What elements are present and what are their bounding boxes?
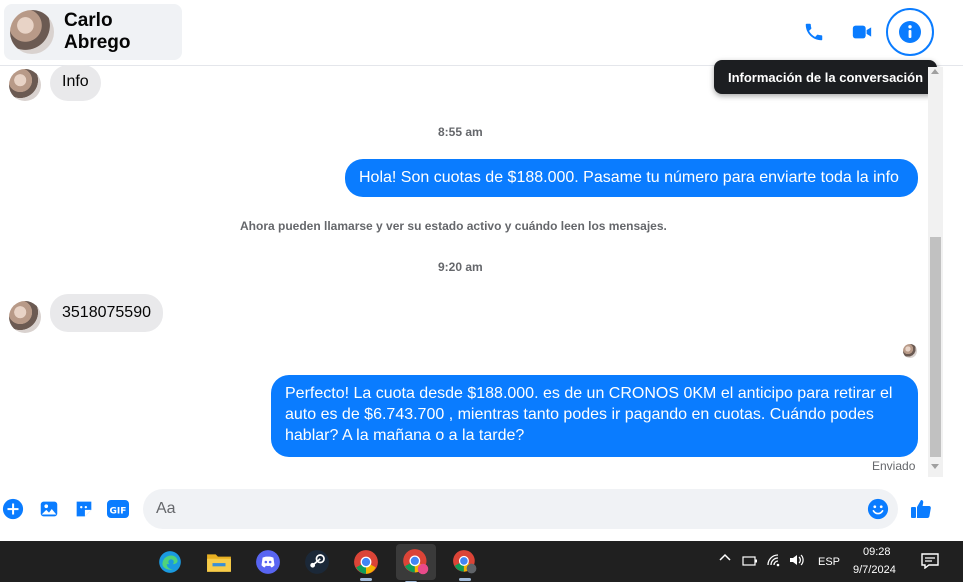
volume-button[interactable]	[789, 553, 805, 570]
sticker-icon	[76, 501, 92, 517]
scroll-up-arrow[interactable]	[931, 69, 939, 74]
gif-button[interactable]: GIF	[106, 497, 130, 521]
incoming-message[interactable]: Info	[50, 65, 101, 101]
taskbar-discord[interactable]	[253, 547, 283, 577]
message-status: Enviado	[872, 459, 916, 473]
discord-icon	[256, 550, 280, 574]
wifi-icon	[767, 554, 780, 567]
read-receipt-avatar	[903, 344, 917, 358]
speaker-icon	[790, 554, 804, 566]
battery-button[interactable]	[742, 554, 758, 571]
scroll-down-arrow[interactable]	[931, 464, 939, 469]
notification-icon	[921, 553, 939, 570]
steam-icon	[305, 550, 329, 574]
chat-header: Carlo Abrego	[0, 0, 963, 66]
battery-plug-icon	[742, 556, 757, 566]
video-call-button[interactable]	[842, 12, 882, 52]
taskbar-file-explorer[interactable]	[204, 547, 234, 577]
image-icon	[40, 501, 58, 517]
message-thread: Info 8:55 am Hola! Son cuotas de $188.00…	[0, 65, 928, 477]
chrome-profile-icon	[403, 549, 429, 575]
voice-call-button[interactable]	[794, 12, 834, 52]
message-timestamp: 9:20 am	[438, 260, 483, 274]
message-input[interactable]	[143, 489, 898, 529]
taskbar-edge[interactable]	[155, 547, 185, 577]
chrome-icon	[354, 550, 378, 574]
emoji-button[interactable]	[866, 497, 890, 521]
sender-avatar	[9, 69, 41, 101]
edge-browser-icon	[159, 551, 181, 573]
plus-circle-icon	[2, 498, 24, 520]
network-button[interactable]	[766, 553, 782, 570]
outgoing-message[interactable]: Perfecto! La cuota desde $188.000. es de…	[271, 375, 918, 457]
taskbar-chrome-1[interactable]	[351, 547, 381, 581]
thumbs-up-icon	[911, 500, 931, 518]
sticker-button[interactable]	[72, 497, 96, 521]
phone-icon	[805, 23, 823, 41]
activity-notice: Ahora pueden llamarse y ver su estado ac…	[240, 219, 667, 233]
notifications-button[interactable]	[921, 553, 939, 572]
video-camera-icon	[852, 25, 872, 39]
input-language[interactable]: ESP	[818, 556, 840, 568]
smiley-icon	[867, 498, 889, 520]
taskbar-chrome-3[interactable]	[450, 547, 480, 581]
chrome-profile-icon	[453, 550, 477, 574]
info-icon	[899, 21, 921, 43]
svg-text:GIF: GIF	[110, 507, 127, 517]
conversation-info-button[interactable]	[886, 8, 934, 56]
attach-image-button[interactable]	[37, 497, 61, 521]
more-actions-button[interactable]	[1, 497, 25, 521]
contact-name: Carlo Abrego	[64, 10, 131, 53]
clock-date[interactable]: 9/7/2024	[853, 564, 896, 576]
message-composer: GIF	[0, 480, 963, 540]
like-button[interactable]	[909, 497, 933, 521]
contact-profile-button[interactable]: Carlo Abrego	[4, 4, 182, 60]
folder-icon	[207, 554, 231, 572]
message-timestamp: 8:55 am	[438, 125, 483, 139]
gif-icon: GIF	[107, 500, 129, 518]
show-hidden-icons-button[interactable]	[718, 551, 732, 568]
chevron-up-icon	[719, 553, 731, 561]
sender-avatar	[9, 301, 41, 333]
clock-time[interactable]: 09:28	[863, 546, 891, 558]
scrollbar-thumb[interactable]	[930, 237, 941, 457]
contact-avatar	[10, 10, 54, 54]
windows-taskbar: ESP 09:28 9/7/2024	[0, 541, 963, 582]
taskbar-chrome-2[interactable]	[396, 544, 436, 582]
outgoing-message[interactable]: Hola! Son cuotas de $188.000. Pasame tu …	[345, 159, 918, 197]
incoming-message[interactable]: 3518075590	[50, 294, 163, 332]
taskbar-steam[interactable]	[302, 547, 332, 577]
